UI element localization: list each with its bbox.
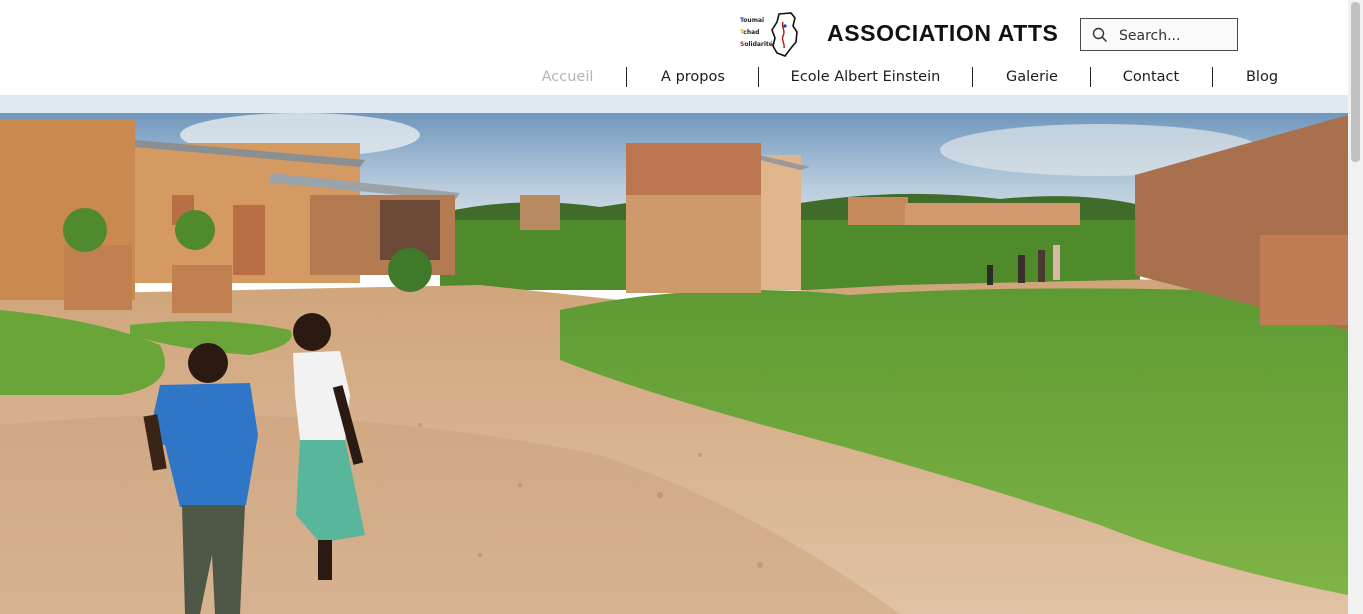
logo-text: Toumaï Tchad Solidarité: [740, 15, 773, 51]
nav-item-contact[interactable]: Contact: [1106, 66, 1196, 88]
site-logo[interactable]: Toumaï Tchad Solidarité: [740, 10, 802, 60]
search-input[interactable]: [1119, 26, 1231, 46]
nav-separator: [972, 67, 973, 87]
nav-item-ecole-albert-einstein[interactable]: Ecole Albert Einstein: [772, 66, 959, 88]
chad-map-icon: [771, 12, 798, 57]
search-icon[interactable]: [1092, 27, 1108, 43]
site-header: Toumaï Tchad Solidarité ASSOCIATION ATTS…: [0, 0, 1348, 95]
scrollbar-thumb[interactable]: [1351, 2, 1360, 162]
nav-separator: [1212, 67, 1213, 87]
logo-line-3: Solidarité: [740, 41, 773, 48]
nav-item-blog[interactable]: Blog: [1228, 66, 1296, 88]
page-scrollbar[interactable]: [1348, 0, 1363, 614]
nav-separator: [626, 67, 627, 87]
logo-line-2: Tchad: [740, 29, 760, 36]
hero-photo: [0, 95, 1348, 614]
main-nav: Accueil A propos Ecole Albert Einstein G…: [0, 66, 1348, 88]
hero-image: [0, 95, 1348, 614]
search-box[interactable]: [1080, 18, 1238, 51]
nav-item-accueil[interactable]: Accueil: [520, 66, 615, 88]
nav-separator: [758, 67, 759, 87]
nav-item-a-propos[interactable]: A propos: [640, 66, 746, 88]
nav-separator: [1090, 67, 1091, 87]
logo-line-1: Toumaï: [740, 17, 765, 24]
nav-item-galerie[interactable]: Galerie: [990, 66, 1074, 88]
site-title[interactable]: ASSOCIATION ATTS: [827, 20, 1059, 47]
